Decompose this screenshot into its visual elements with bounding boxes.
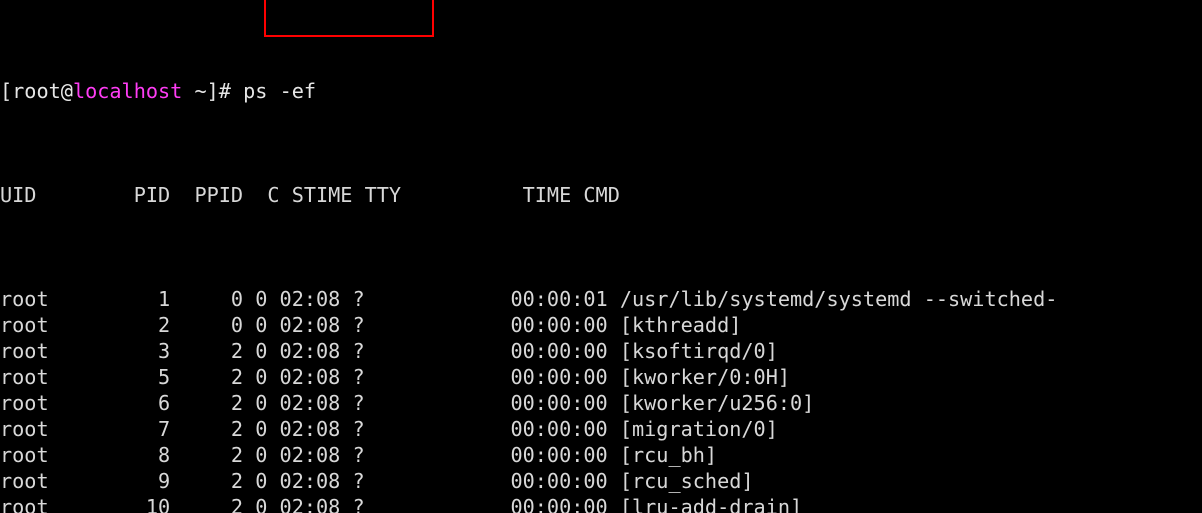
prompt-bracket-close: ]	[206, 79, 219, 103]
command-input[interactable]: ps -ef	[231, 79, 316, 103]
terminal-screen[interactable]: [root@localhost ~]# ps -ef UID PID PPID …	[0, 0, 1057, 513]
process-row: root 1 0 0 02:08 ? 00:00:01 /usr/lib/sys…	[0, 287, 1058, 311]
ps-output-rows: root 1 0 0 02:08 ? 00:00:01 /usr/lib/sys…	[0, 286, 1057, 513]
prompt-line: [root@localhost ~]# ps -ef	[0, 78, 1057, 104]
process-row: root 8 2 0 02:08 ? 00:00:00 [rcu_bh]	[0, 443, 718, 467]
prompt-sigil: #	[218, 79, 231, 103]
prompt-hostname: localhost	[72, 79, 183, 103]
prompt-bracket-open: [	[0, 79, 13, 103]
process-row: root 9 2 0 02:08 ? 00:00:00 [rcu_sched]	[0, 469, 754, 493]
process-row: root 3 2 0 02:08 ? 00:00:00 [ksoftirqd/0…	[0, 339, 778, 363]
terminal-window[interactable]: [root@localhost ~]# ps -ef UID PID PPID …	[0, 0, 1202, 513]
process-row: root 6 2 0 02:08 ? 00:00:00 [kworker/u25…	[0, 391, 815, 415]
process-row: root 5 2 0 02:08 ? 00:00:00 [kworker/0:0…	[0, 365, 791, 389]
prompt-at-symbol: @	[60, 79, 73, 103]
ps-header-row: UID PID PPID C STIME TTY TIME CMD	[0, 183, 620, 207]
process-row: root 2 0 0 02:08 ? 00:00:00 [kthreadd]	[0, 313, 742, 337]
prompt-user: root	[12, 79, 61, 103]
process-row: root 7 2 0 02:08 ? 00:00:00 [migration/0…	[0, 417, 778, 441]
process-row: root 10 2 0 02:08 ? 00:00:00 [lru-add-dr…	[0, 495, 803, 513]
prompt-path: ~	[182, 79, 207, 103]
